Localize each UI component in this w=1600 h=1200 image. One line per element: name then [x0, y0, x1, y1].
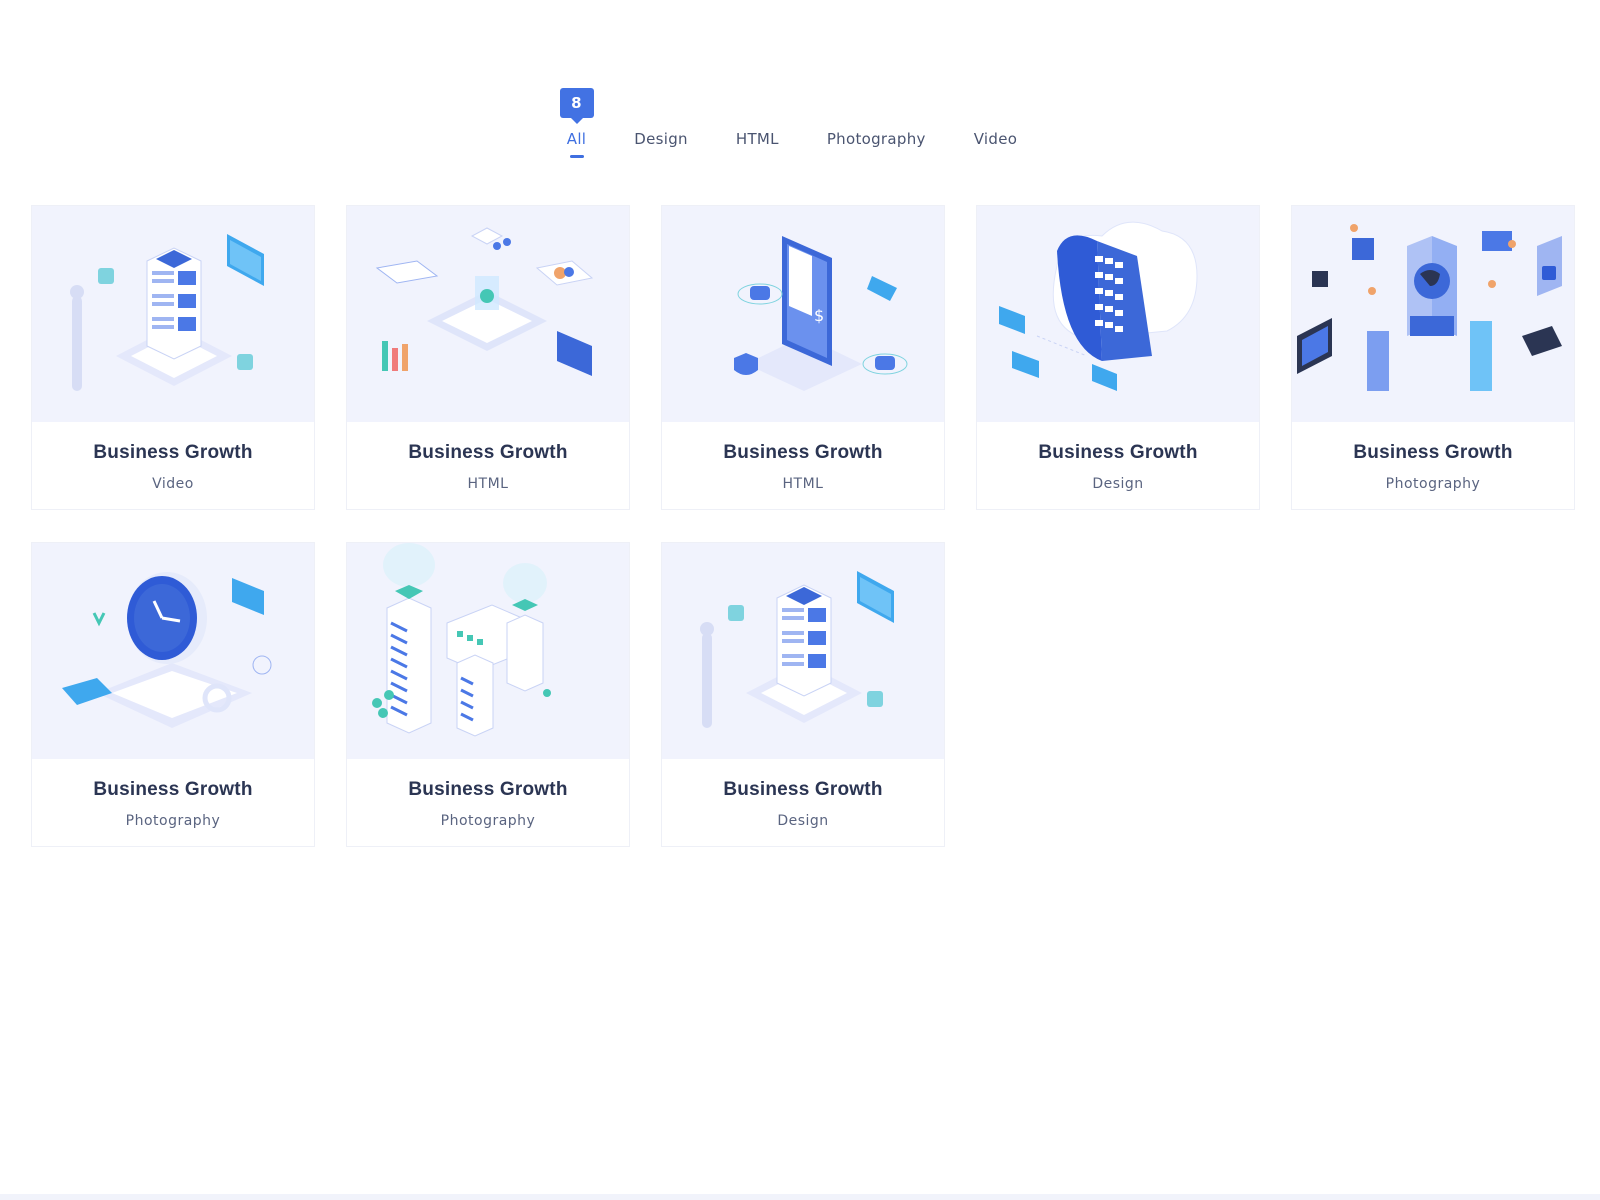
card-body: Business Growth HTML — [347, 422, 629, 509]
portfolio-card[interactable]: Business Growth Video — [31, 205, 315, 510]
card-title: Business Growth — [723, 779, 883, 800]
tab-design[interactable]: Design — [610, 88, 712, 162]
card-title: Business Growth — [408, 442, 568, 463]
tab-label: HTML — [735, 130, 779, 148]
card-body: Business Growth HTML — [662, 422, 944, 509]
card-body: Business Growth Photography — [32, 759, 314, 846]
card-category: HTML — [782, 476, 824, 492]
card-body: Business Growth Photography — [1292, 422, 1574, 509]
tab-html[interactable]: HTML — [712, 88, 803, 162]
count-badge: 8 — [559, 88, 594, 124]
portfolio-card[interactable]: Business Growth Photography — [1291, 205, 1575, 510]
tab-label: Video — [973, 130, 1018, 148]
platform-dashboard-icon — [347, 206, 629, 422]
card-title: Business Growth — [723, 442, 883, 463]
card-body: Business Growth Video — [32, 422, 314, 509]
card-body: Business Growth Design — [977, 422, 1259, 509]
card-category: Video — [152, 476, 194, 492]
card-title: Business Growth — [93, 442, 253, 463]
server-stack-icon — [32, 206, 314, 422]
smart-city-icon — [347, 543, 629, 759]
tab-photography[interactable]: Photography — [803, 88, 950, 162]
tab-video[interactable]: Video — [950, 88, 1042, 162]
card-body: Business Growth Photography — [347, 759, 629, 846]
tab-label: Design — [634, 130, 688, 148]
card-body: Business Growth Design — [662, 759, 944, 846]
card-category: Design — [1092, 476, 1144, 492]
card-category: Photography — [125, 813, 221, 829]
portfolio-grid: Business Growth Video Business Growth HT… — [31, 205, 1575, 847]
portfolio-card[interactable]: $ Business Growth HTML — [661, 205, 945, 510]
team-network-icon — [1292, 206, 1574, 422]
portfolio-card[interactable]: Business Growth Photography — [346, 542, 630, 847]
card-title: Business Growth — [408, 779, 568, 800]
clock-time-icon — [32, 543, 314, 759]
portfolio-filter-bar: 8 All Design HTML Photography Video — [0, 88, 1600, 162]
card-title: Business Growth — [93, 779, 253, 800]
portfolio-card[interactable]: Business Growth HTML — [346, 205, 630, 510]
tab-label: Photography — [826, 130, 926, 148]
card-category: Photography — [1385, 476, 1481, 492]
cloud-server-icon — [977, 206, 1259, 422]
portfolio-card[interactable]: Business Growth Design — [661, 542, 945, 847]
card-title: Business Growth — [1038, 442, 1198, 463]
server-stack-icon — [662, 543, 944, 759]
portfolio-card[interactable]: Business Growth Photography — [31, 542, 315, 847]
mobile-payment-icon: $ — [662, 206, 944, 422]
svg-text:$: $ — [814, 306, 824, 325]
card-title: Business Growth — [1353, 442, 1513, 463]
card-category: Design — [777, 813, 829, 829]
filter-tabs: 8 All Design HTML Photography Video — [543, 88, 1041, 162]
tab-all[interactable]: 8 All — [543, 88, 611, 162]
card-category: HTML — [467, 476, 509, 492]
footer-divider — [0, 1194, 1600, 1200]
card-category: Photography — [440, 813, 536, 829]
tab-label: All — [566, 130, 587, 148]
portfolio-card[interactable]: Business Growth Design — [976, 205, 1260, 510]
